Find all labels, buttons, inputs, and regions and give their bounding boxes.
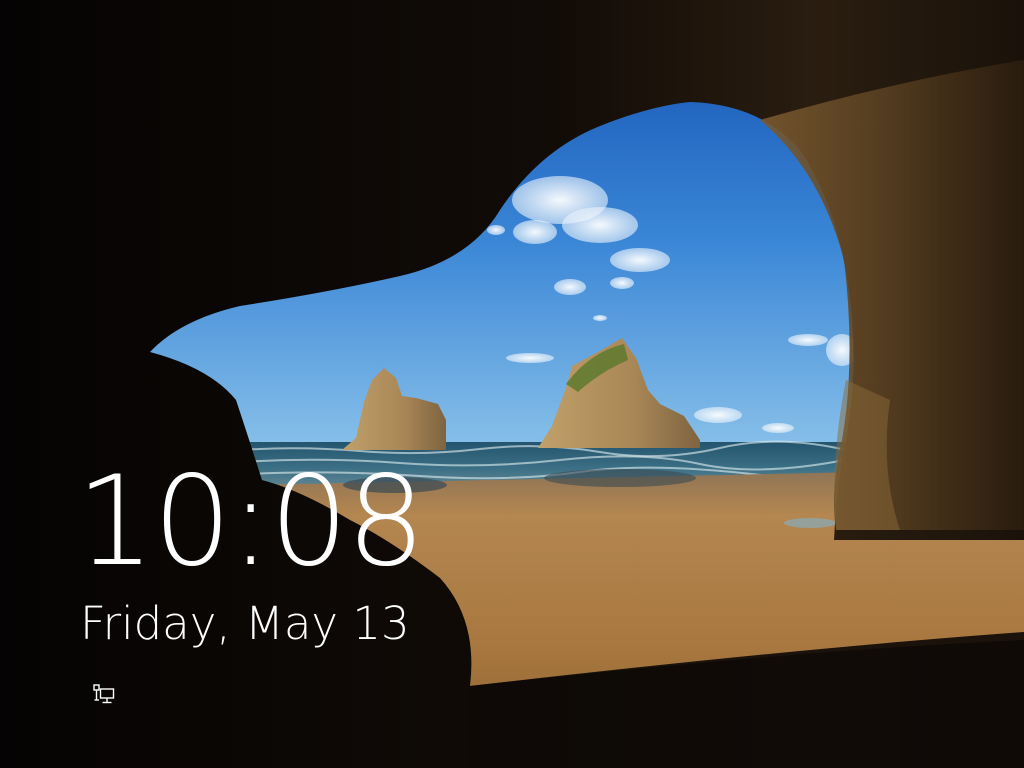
network-ethernet-icon (93, 684, 115, 704)
lock-screen[interactable]: 10:08 Friday, May 13 (0, 0, 1024, 768)
lock-screen-date: Friday, May 13 (80, 597, 410, 650)
lock-screen-time: 10:08 (76, 450, 425, 594)
